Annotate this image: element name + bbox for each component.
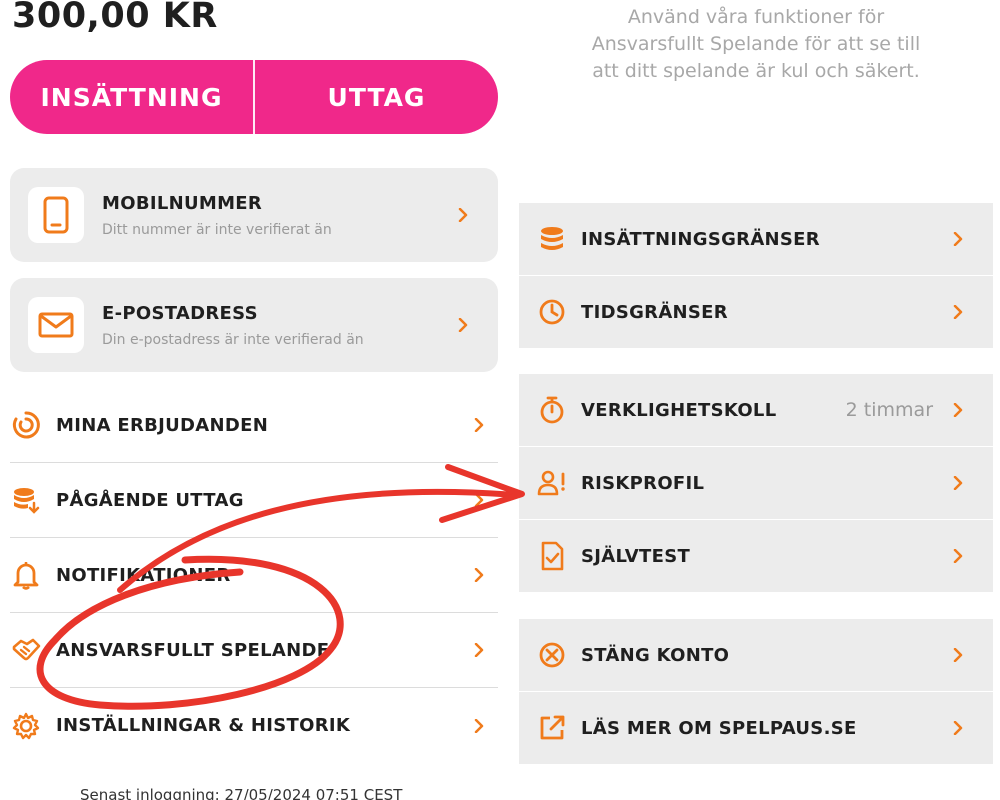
chevron-right-icon xyxy=(458,318,468,332)
responsible-gaming-info: Använd våra funktioner för Ansvarsfullt … xyxy=(591,6,921,82)
chevron-right-icon xyxy=(953,305,963,319)
chevron-right-icon xyxy=(953,232,963,246)
deposit-withdraw-bar: INSÄTTNING UTTAG xyxy=(10,60,498,134)
reality-check-label: VERKLIGHETSKOLL xyxy=(581,399,777,421)
menu-item-notifications[interactable]: NOTIFIKATIONER xyxy=(10,538,498,613)
self-test-item[interactable]: SJÄLVTEST xyxy=(519,520,993,592)
spelpaus-link-item[interactable]: LÄS MER OM SPELPAUS.SE xyxy=(519,692,993,764)
chevron-right-icon xyxy=(953,403,963,417)
chevron-right-icon xyxy=(953,476,963,490)
chevron-right-icon xyxy=(953,648,963,662)
last-login-text: Senast inloggning: 27/05/2024 07:51 CEST xyxy=(80,786,403,800)
email-status: Din e-postadress är inte verifierad än xyxy=(102,331,364,348)
chevron-right-icon xyxy=(474,643,484,657)
mobile-number-status: Ditt nummer är inte verifierat än xyxy=(102,221,332,238)
time-limits-label: TIDSGRÄNSER xyxy=(581,301,728,323)
menu-item-label: ANSVARSFULLT SPELANDE xyxy=(56,639,330,661)
limits-group: INSÄTTNINGSGRÄNSER TIDSGRÄNSER xyxy=(519,203,993,349)
menu-item-responsible-gaming[interactable]: ANSVARSFULLT SPELANDE xyxy=(10,613,498,688)
time-limits-item[interactable]: TIDSGRÄNSER xyxy=(519,276,993,348)
chevron-right-icon xyxy=(474,718,484,733)
email-title: E-POSTADRESS xyxy=(102,302,258,324)
phone-icon xyxy=(28,187,84,243)
user-alert-icon xyxy=(537,468,567,498)
menu-item-label: INSTÄLLNINGAR & HISTORIK xyxy=(56,715,351,736)
risk-profile-label: RISKPROFIL xyxy=(581,472,705,494)
pill-divider xyxy=(253,60,255,134)
chevron-right-icon xyxy=(474,568,484,582)
risk-profile-item[interactable]: RISKPROFIL xyxy=(519,447,993,519)
reality-check-value: 2 timmar xyxy=(845,399,933,421)
gear-icon xyxy=(10,710,42,742)
chevron-right-icon xyxy=(458,208,468,222)
deposit-limits-label: INSÄTTNINGSGRÄNSER xyxy=(581,228,820,250)
mobile-number-title: MOBILNUMMER xyxy=(102,192,263,214)
close-account-label: STÄNG KONTO xyxy=(581,644,730,666)
close-account-item[interactable]: STÄNG KONTO xyxy=(519,619,993,691)
external-link-icon xyxy=(537,713,567,743)
file-check-icon xyxy=(537,541,567,571)
deposit-button[interactable]: INSÄTTNING xyxy=(10,60,253,134)
chevron-right-icon xyxy=(953,721,963,735)
account-menu: MINA ERBJUDANDEN PÅGÅENDE UTTAG NOTIFIKA… xyxy=(10,388,498,763)
bell-icon xyxy=(10,559,42,591)
menu-item-label: MINA ERBJUDANDEN xyxy=(56,414,269,436)
spelpaus-link-label: LÄS MER OM SPELPAUS.SE xyxy=(581,717,857,739)
chevron-right-icon xyxy=(953,549,963,563)
menu-item-label: PÅGÅENDE UTTAG xyxy=(56,489,244,511)
offers-icon xyxy=(10,409,42,441)
self-test-label: SJÄLVTEST xyxy=(581,545,691,567)
stopwatch-icon xyxy=(537,395,567,425)
menu-item-label: NOTIFIKATIONER xyxy=(56,564,231,586)
clock-icon xyxy=(537,297,567,327)
chevron-right-icon xyxy=(474,418,484,432)
checks-group: VERKLIGHETSKOLL 2 timmar RISKPROFIL SJÄL… xyxy=(519,374,993,593)
account-group: STÄNG KONTO LÄS MER OM SPELPAUS.SE xyxy=(519,619,993,765)
balance-amount: 300,00 KR xyxy=(12,0,218,36)
deposit-limits-item[interactable]: INSÄTTNINGSGRÄNSER xyxy=(519,203,993,275)
coins-icon xyxy=(10,484,42,516)
menu-item-offers[interactable]: MINA ERBJUDANDEN xyxy=(10,388,498,463)
withdraw-button[interactable]: UTTAG xyxy=(255,60,498,134)
handshake-icon xyxy=(10,634,42,666)
reality-check-item[interactable]: VERKLIGHETSKOLL 2 timmar xyxy=(519,374,993,446)
close-circle-icon xyxy=(537,640,567,670)
coins-icon xyxy=(537,224,567,254)
menu-item-pending-withdrawals[interactable]: PÅGÅENDE UTTAG xyxy=(10,463,498,538)
email-card[interactable]: E-POSTADRESS Din e-postadress är inte ve… xyxy=(10,278,498,372)
mobile-number-card[interactable]: MOBILNUMMER Ditt nummer är inte verifier… xyxy=(10,168,498,262)
chevron-right-icon xyxy=(474,493,484,507)
menu-item-settings-history[interactable]: INSTÄLLNINGAR & HISTORIK xyxy=(10,688,498,763)
mail-icon xyxy=(28,297,84,353)
